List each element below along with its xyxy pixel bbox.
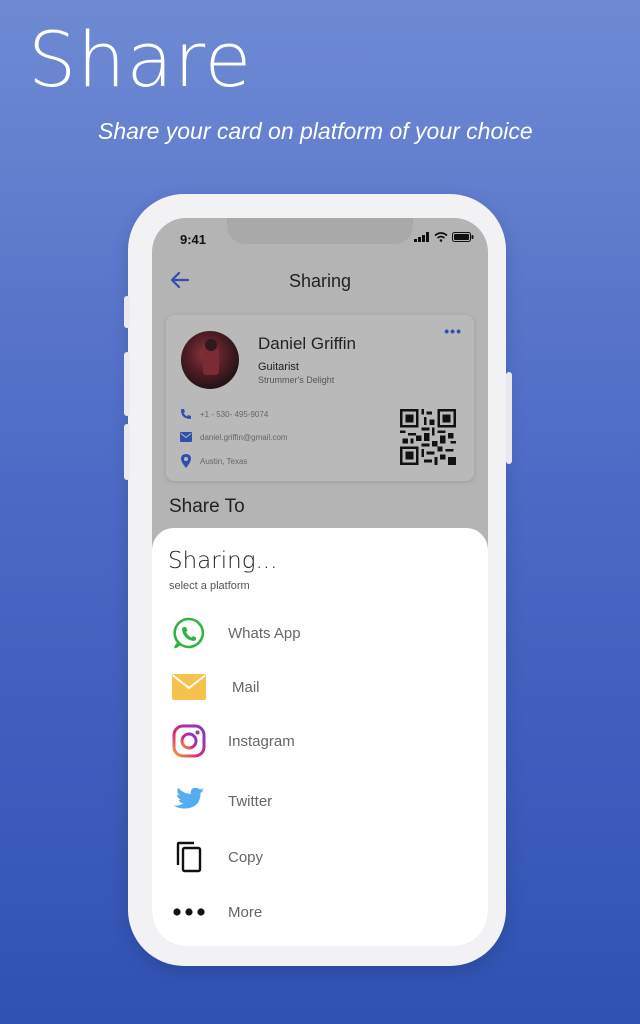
share-option-mail[interactable]: Mail <box>172 670 260 704</box>
share-option-label: More <box>228 903 263 921</box>
more-icon <box>173 908 205 916</box>
phone-side-button <box>124 424 130 480</box>
mail-icon <box>172 674 206 700</box>
share-option-twitter[interactable]: Twitter <box>172 784 272 818</box>
share-option-whatsapp[interactable]: Whats App <box>172 616 301 650</box>
card-name: Daniel Griffin <box>258 334 356 353</box>
avatar <box>181 331 239 389</box>
contact-phone: +1 - 530- 495-9074 <box>180 408 268 420</box>
twitter-icon <box>173 787 205 809</box>
hero-subtitle: Share your card on platform of your choi… <box>98 118 533 144</box>
share-option-more[interactable]: More <box>172 895 262 929</box>
share-option-label: Mail <box>232 678 260 696</box>
nav-title: Sharing <box>288 271 352 291</box>
status-icons <box>414 232 474 242</box>
share-option-label: Instagram <box>228 732 295 750</box>
battery-icon <box>452 232 474 242</box>
phone-icon <box>181 409 191 419</box>
contact-email-text: daniel.griffin@gmail.com <box>200 432 288 442</box>
sheet-subtitle: select a platform <box>169 580 250 592</box>
email-icon <box>180 432 192 442</box>
contact-location-text: Austin, Texas <box>200 456 248 466</box>
copy-icon <box>176 841 202 873</box>
sheet-title: Sharing... <box>168 548 278 574</box>
share-option-label: Copy <box>228 848 264 866</box>
phone-side-button <box>506 372 512 464</box>
wifi-icon <box>434 232 448 242</box>
signal-icon <box>414 232 429 242</box>
business-card[interactable]: ••• Daniel Griffin Guitarist Strummer's … <box>166 315 474 481</box>
instagram-icon <box>172 724 206 758</box>
contact-phone-text: +1 - 530- 495-9074 <box>200 409 269 419</box>
status-time: 9:41 <box>180 232 207 247</box>
share-option-label: Twitter <box>228 792 273 810</box>
card-menu-icon[interactable]: ••• <box>444 323 462 339</box>
share-sheet: Sharing... select a platform Whats App M… <box>152 528 488 946</box>
phone-side-button <box>124 352 130 416</box>
card-company: Strummer's Delight <box>258 375 335 385</box>
card-role: Guitarist <box>258 361 299 373</box>
phone-screen: 9:41 Sharing ••• Daniel Griffin Guitaris… <box>152 218 488 946</box>
share-to-label: Share To <box>169 496 245 517</box>
share-option-label: Whats App <box>228 624 301 642</box>
phone-side-button <box>124 296 130 328</box>
contact-email: daniel.griffin@gmail.com <box>180 432 288 442</box>
contact-location: Austin, Texas <box>180 454 247 468</box>
whatsapp-icon <box>173 617 205 649</box>
phone-notch <box>227 218 413 244</box>
qr-code <box>400 409 456 465</box>
share-option-copy[interactable]: Copy <box>172 840 263 874</box>
share-option-instagram[interactable]: Instagram <box>172 724 295 758</box>
hero-title: Share <box>28 15 253 104</box>
location-pin-icon <box>181 454 191 468</box>
